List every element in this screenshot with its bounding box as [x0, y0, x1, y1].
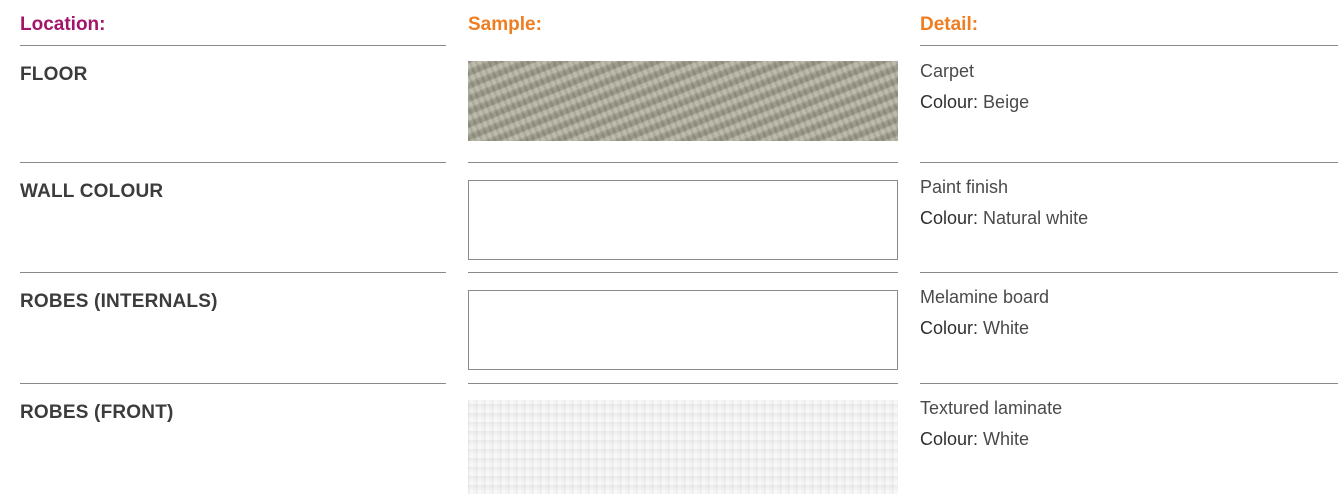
colour-line: Colour: Natural white: [920, 203, 1088, 234]
row-divider: [920, 162, 1338, 163]
location-wall-colour: WALL COLOUR: [20, 181, 164, 202]
row-divider: [20, 383, 446, 384]
colour-label: Colour:: [920, 92, 979, 112]
header-divider-location: [20, 45, 446, 46]
carpet-sample-swatch: [468, 61, 898, 141]
material-name: Paint finish: [920, 177, 1009, 197]
paint-sample-swatch: [468, 180, 898, 260]
detail-robes-front: Textured laminate Colour: White: [920, 393, 1062, 455]
row-divider: [468, 162, 898, 163]
colour-value: Beige: [983, 92, 1030, 112]
header-divider-detail: [920, 45, 1338, 46]
location-floor: FLOOR: [20, 64, 88, 85]
location-robes-front: ROBES (FRONT): [20, 402, 174, 423]
row-divider: [468, 383, 898, 384]
colour-value: White: [983, 429, 1030, 449]
row-divider: [920, 272, 1338, 273]
row-divider: [920, 383, 1338, 384]
laminate-sample-swatch: [468, 400, 898, 494]
location-header: Location:: [20, 14, 106, 35]
colour-value: White: [983, 318, 1030, 338]
colour-value: Natural white: [983, 208, 1089, 228]
row-divider: [20, 162, 446, 163]
row-divider: [468, 272, 898, 273]
colour-label: Colour:: [920, 429, 979, 449]
location-robes-internals: ROBES (INTERNALS): [20, 291, 218, 312]
material-name: Melamine board: [920, 287, 1050, 307]
colour-line: Colour: Beige: [920, 87, 1029, 118]
colour-label: Colour:: [920, 208, 979, 228]
colour-label: Colour:: [920, 318, 979, 338]
detail-robes-internals: Melamine board Colour: White: [920, 282, 1049, 344]
detail-header: Detail:: [920, 14, 979, 35]
material-name: Carpet: [920, 61, 975, 81]
material-name: Textured laminate: [920, 398, 1063, 418]
detail-wall-colour: Paint finish Colour: Natural white: [920, 172, 1088, 234]
detail-floor: Carpet Colour: Beige: [920, 56, 1029, 118]
row-divider: [20, 272, 446, 273]
melamine-sample-swatch: [468, 290, 898, 370]
sample-header: Sample:: [468, 14, 542, 35]
colour-line: Colour: White: [920, 313, 1049, 344]
colour-line: Colour: White: [920, 424, 1062, 455]
